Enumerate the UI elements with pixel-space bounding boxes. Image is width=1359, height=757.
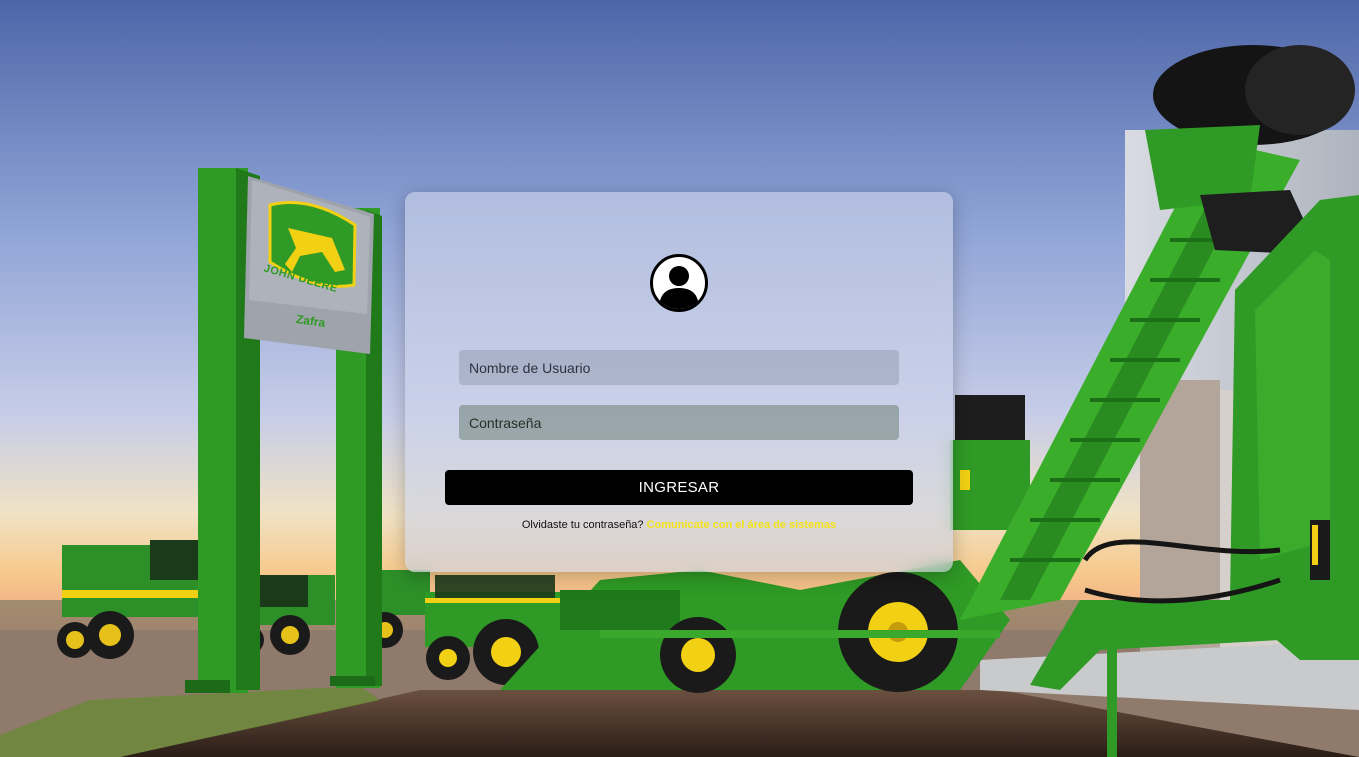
username-input[interactable] <box>459 350 899 385</box>
contact-systems-link[interactable]: Comunicate con el área de sistemas <box>647 519 837 531</box>
forgot-password-row: Olvidaste tu contraseña? Comunicate con … <box>405 519 953 531</box>
login-card: INGRESAR Olvidaste tu contraseña? Comuni… <box>405 192 953 572</box>
forgot-password-text: Olvidaste tu contraseña? <box>521 519 644 531</box>
login-button[interactable]: INGRESAR <box>445 470 913 505</box>
user-circle-icon <box>650 254 708 312</box>
password-input[interactable] <box>459 405 899 440</box>
